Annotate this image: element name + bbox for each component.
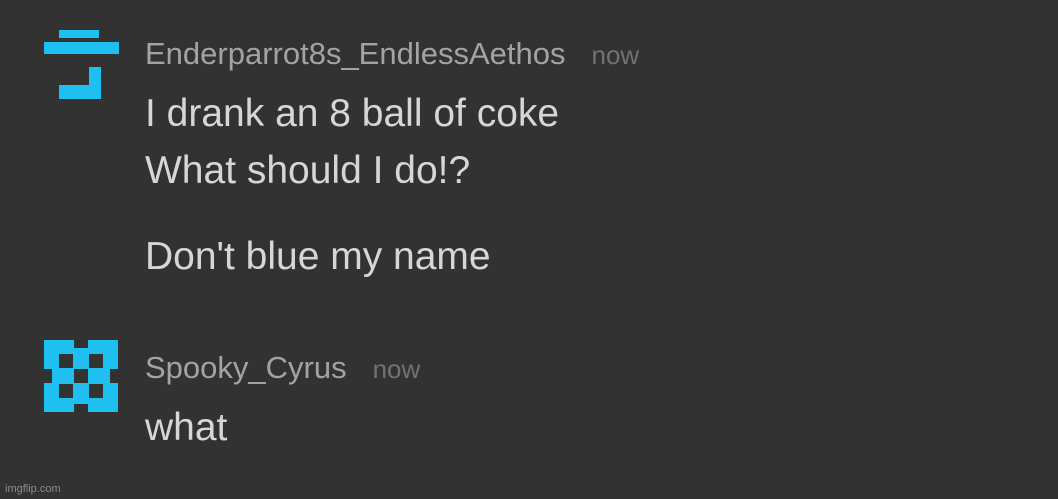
comment-text-line: I drank an 8 ball of coke	[145, 92, 560, 135]
identicon-icon	[44, 340, 118, 412]
comment-header: Enderparrot8s_EndlessAethos now	[145, 36, 639, 72]
comment-2: Spooky_Cyrus now what	[0, 300, 1058, 470]
comment-text-line: Don't blue my name	[145, 235, 491, 278]
comment-header: Spooky_Cyrus now	[145, 350, 420, 386]
username[interactable]: Spooky_Cyrus	[145, 350, 347, 385]
comment-text-line: What should I do!?	[145, 149, 471, 192]
comment-text-line: what	[145, 406, 228, 449]
timestamp: now	[372, 354, 421, 384]
timestamp: now	[591, 40, 640, 70]
avatar-icon[interactable]	[44, 340, 121, 412]
username[interactable]: Enderparrot8s_EndlessAethos	[145, 36, 565, 71]
comment-1: Enderparrot8s_EndlessAethos now I drank a…	[0, 0, 1058, 300]
identicon-icon	[44, 30, 119, 99]
avatar-icon[interactable]	[42, 30, 119, 99]
watermark: imgflip.com	[5, 483, 61, 495]
